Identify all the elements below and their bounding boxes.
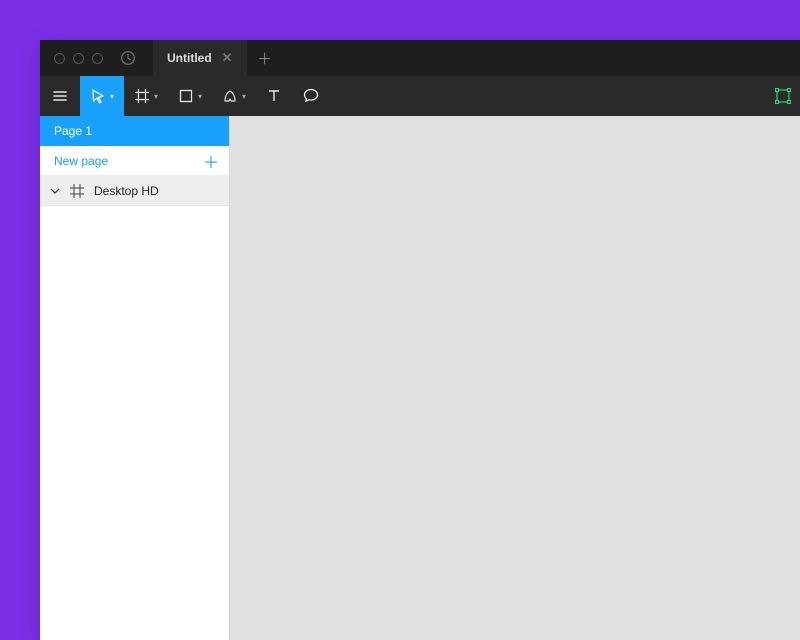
chevron-down-icon: ▾	[154, 92, 158, 101]
move-tool-button[interactable]: ▾	[80, 76, 124, 116]
current-page-row[interactable]: Page 1	[40, 116, 229, 146]
pen-icon	[222, 88, 238, 104]
page-label: Page 1	[54, 124, 92, 138]
history-icon[interactable]	[120, 50, 136, 66]
shape-tool-button[interactable]: ▾	[168, 76, 212, 116]
toolbar: ▾ ▾ ▾ ▾	[40, 76, 800, 116]
hamburger-icon	[52, 88, 68, 104]
collapse-icon[interactable]	[50, 186, 60, 196]
layer-name: Desktop HD	[94, 184, 159, 198]
tab-title: Untitled	[167, 51, 212, 65]
minimize-window-icon[interactable]	[73, 53, 84, 64]
cursor-icon	[90, 88, 106, 104]
bounding-box-icon	[774, 87, 792, 105]
titlebar: Untitled ✕ ＋	[40, 40, 800, 76]
comment-icon	[302, 87, 320, 105]
new-tab-button[interactable]: ＋	[247, 48, 283, 69]
canvas[interactable]	[230, 116, 800, 640]
window-controls	[40, 53, 103, 64]
close-tab-icon[interactable]: ✕	[222, 50, 233, 66]
text-tool-button[interactable]	[256, 76, 292, 116]
layer-row[interactable]: Desktop HD	[40, 176, 229, 206]
frame-tool-button[interactable]: ▾	[124, 76, 168, 116]
layers-panel: Page 1 New page ＋ Desktop HD	[40, 116, 230, 640]
workspace: Page 1 New page ＋ Desktop HD	[40, 116, 800, 640]
pen-tool-button[interactable]: ▾	[212, 76, 256, 116]
new-page-label: New page	[54, 154, 108, 168]
comment-tool-button[interactable]	[292, 76, 330, 116]
maximize-window-icon[interactable]	[92, 53, 103, 64]
menu-button[interactable]	[40, 76, 80, 116]
frame-icon	[70, 184, 84, 198]
close-window-icon[interactable]	[54, 53, 65, 64]
square-icon	[178, 88, 194, 104]
app-window: Untitled ✕ ＋ ▾ ▾ ▾	[40, 40, 800, 640]
new-page-row[interactable]: New page ＋	[40, 146, 229, 176]
chevron-down-icon: ▾	[242, 92, 246, 101]
components-button[interactable]	[764, 76, 800, 116]
chevron-down-icon: ▾	[198, 92, 202, 101]
text-icon	[266, 88, 282, 104]
plus-icon[interactable]: ＋	[203, 149, 219, 173]
frame-icon	[134, 88, 150, 104]
file-tab[interactable]: Untitled ✕	[153, 40, 247, 76]
chevron-down-icon: ▾	[110, 92, 114, 101]
